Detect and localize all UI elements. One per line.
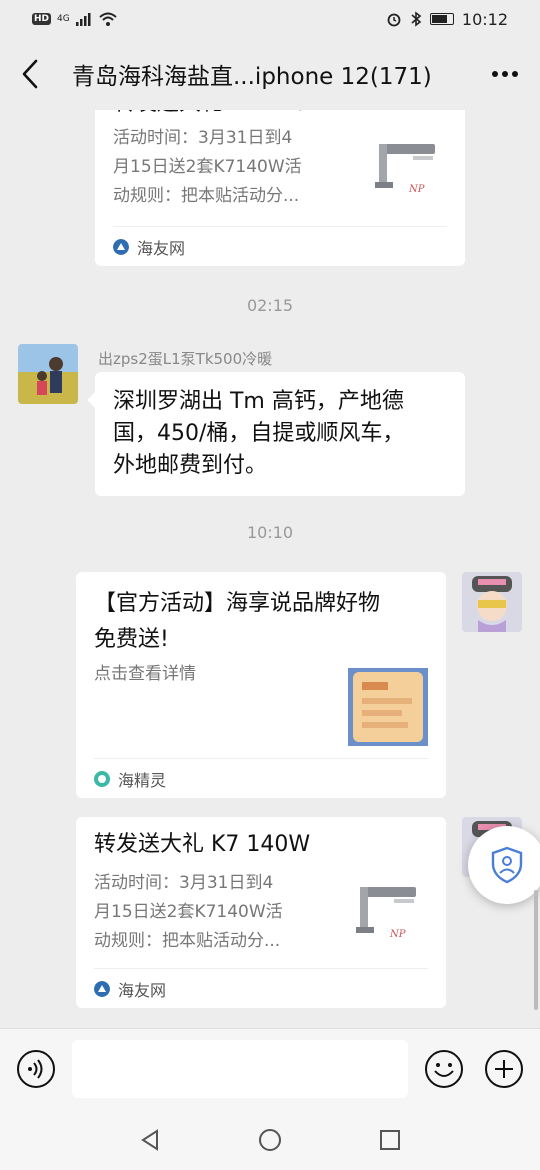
- chat-title: 青岛海科海盐直...iphone 12(171): [72, 64, 432, 90]
- system-nav-bar: [0, 1110, 540, 1170]
- card-desc: 点击查看详情: [94, 664, 196, 684]
- wifi-icon: [99, 12, 117, 26]
- input-bar: [0, 1028, 540, 1110]
- avatar[interactable]: [18, 344, 78, 404]
- shield-icon: [491, 846, 523, 884]
- back-button[interactable]: [0, 38, 60, 110]
- my-avatar[interactable]: [462, 572, 522, 632]
- timestamp: 10:10: [246, 523, 294, 542]
- alarm-icon: [387, 13, 401, 27]
- more-actions-button[interactable]: [484, 1049, 524, 1089]
- lamp-thumbnail: NP: [356, 887, 416, 940]
- nav-back-icon[interactable]: [139, 1129, 161, 1151]
- link-card-bottom[interactable]: 转发送大礼 K7 140W 活动时间：3月31日到4 月15日送2套K7140W…: [76, 817, 446, 1008]
- haijingling-logo-icon: [94, 770, 110, 787]
- nav-home-icon[interactable]: [258, 1128, 282, 1152]
- svg-text:NP: NP: [389, 929, 406, 940]
- voice-icon: [17, 1050, 55, 1088]
- haiyou-logo-icon: [113, 238, 129, 255]
- chat-header: 青岛海科海盐直...iphone 12(171): [0, 38, 540, 110]
- bluetooth-icon: [411, 11, 422, 27]
- back-arrow-icon: [22, 59, 38, 89]
- card-source: 海友网: [113, 226, 447, 266]
- timestamp: 02:15: [246, 296, 294, 315]
- more-button[interactable]: [470, 38, 540, 110]
- sender-name: 出zps2蛋L1泵Tk500冷暖: [98, 350, 273, 368]
- status-time: 10:12: [461, 9, 508, 29]
- avatar-image: [462, 572, 522, 632]
- floating-shield-button[interactable]: [468, 826, 540, 904]
- status-bar: HD 4G 10:12: [0, 0, 540, 38]
- haiyou-logo-icon: [94, 980, 110, 997]
- card-title: 转发送大礼 K7 140W: [94, 832, 311, 857]
- link-card-top[interactable]: 转发送大礼 K7 140W 活动时间：3月31日到4 月15日送2套K7140W…: [95, 110, 465, 266]
- promo-thumbnail: [348, 668, 428, 746]
- card-title: 转发送大礼 K7 140W: [113, 110, 329, 122]
- avatar-image: [18, 344, 78, 404]
- emoji-icon: [425, 1050, 463, 1088]
- battery-icon: [429, 13, 454, 25]
- card-source: 海友网: [94, 968, 428, 1008]
- svg-text:NP: NP: [408, 184, 425, 195]
- message-input[interactable]: [72, 1040, 408, 1098]
- emoji-button[interactable]: [424, 1049, 464, 1089]
- plus-icon: [485, 1050, 523, 1088]
- signal-icon: [75, 13, 91, 26]
- card-source: 海精灵: [94, 758, 428, 798]
- voice-button[interactable]: [16, 1049, 56, 1089]
- more-icon: [492, 71, 518, 77]
- official-activity-card[interactable]: 【官方活动】海享说品牌好物 免费送! 点击查看详情 海精灵: [76, 572, 446, 798]
- network-type: 4G: [57, 14, 70, 24]
- lamp-thumbnail: NP: [375, 144, 435, 195]
- card-desc: 活动时间：3月31日到4 月15日送2套K7140W活 动规则：把本贴活动分..…: [94, 873, 283, 951]
- scrollbar[interactable]: [534, 890, 538, 1010]
- nav-recents-icon[interactable]: [379, 1129, 401, 1151]
- card-desc: 活动时间：3月31日到4 月15日送2套K7140W活 动规则：把本贴活动分..…: [113, 128, 302, 206]
- card-title: 【官方活动】海享说品牌好物 免费送!: [94, 591, 381, 652]
- hd-badge: HD: [32, 13, 52, 25]
- chat-area[interactable]: 转发送大礼 K7 140W 活动时间：3月31日到4 月15日送2套K7140W…: [0, 110, 540, 1028]
- text-message-bubble[interactable]: 深圳罗湖出 Tm 高钙，产地德 国，450/桶，自提或顺风车， 外地邮费到付。: [87, 372, 465, 496]
